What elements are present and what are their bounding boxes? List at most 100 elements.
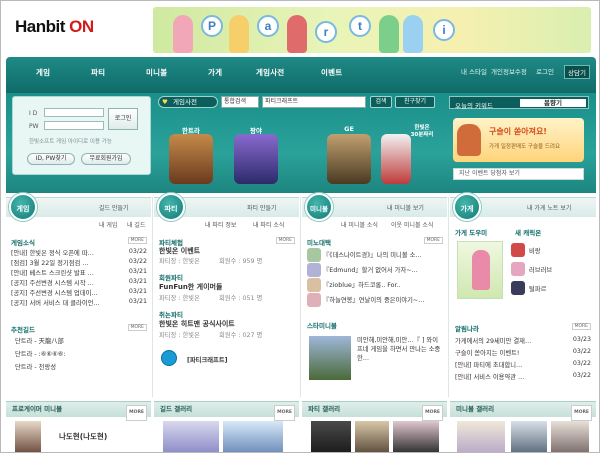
recommended-guilds: 추천길드 MORE 단트라 - 天龍八部 단트라 - :⑥⑥⑥⑥: 단트라 - … [11,324,147,371]
search-type-select[interactable]: 통합검색 [221,96,259,108]
minibol-news-item[interactable]: 『하늘연봉』연날이의 중은이야기~… [323,295,443,304]
nav-game[interactable]: 게임 [36,67,50,78]
minibol-news-item[interactable]: 『《데스나이트경》』나의 미니볼 소… [323,250,443,259]
notice-item[interactable]: 구슬이 쏟아지는 이벤트! [455,348,563,357]
gallery-thumb[interactable] [355,421,389,452]
party-name[interactable]: FunFun한 게이머들 [159,282,222,292]
gallery-thumb[interactable] [511,421,547,452]
gallery-thumb[interactable] [551,421,589,452]
shop-note-link[interactable]: 내 가게 노트 보기 [527,203,571,212]
my-guild-link[interactable]: 내 길드 [127,220,145,229]
heart-icon: ♥ [162,98,168,106]
new-item[interactable]: 비랑 [529,246,541,255]
progamer-name[interactable]: 나도현(나도현) [59,431,107,442]
neighbor-minibol-link[interactable]: 이웃 미니볼 소식 [391,220,433,229]
top-link-support[interactable]: 상담기 [564,65,590,79]
password-input[interactable] [44,121,104,130]
game-card[interactable]: 한빛온 30분짜리 [379,119,439,187]
gallery-thumb[interactable] [311,421,351,452]
my-game-link[interactable]: 내 게임 [99,220,117,229]
join-button[interactable]: 무료회원가입 [81,153,131,165]
gallery-thumb[interactable] [163,421,219,452]
game-art [327,134,371,184]
game-search-input[interactable]: 파티크래프트 [262,96,366,108]
login-notice: 한빛소프트 게임 아이디로 이용 가능 [29,139,112,145]
more-button[interactable]: MORE [571,323,591,330]
shop-section-badge: 가게 [453,193,481,221]
past-winners-link[interactable]: 지난 이벤트 당첨자 보기 [453,168,584,180]
keyword-value[interactable]: 봄향기 [520,99,586,107]
more-button[interactable]: MORE [127,324,147,331]
find-account-button[interactable]: ID, PW찾기 [27,153,75,165]
more-button[interactable]: MORE [422,405,443,421]
game-dictionary-tab[interactable]: ♥ 게임사전 [158,96,218,108]
party-name[interactable]: 한빛온 히트맨 공식사이트 [159,319,235,329]
party-name[interactable]: 한빛온 이벤트 [159,246,200,256]
news-item[interactable]: [안내] 베스트 스크린샷 발표 … [11,268,121,277]
site-logo[interactable]: Hanbit ON [15,17,94,37]
guild-item[interactable]: 단트라 - 天龍八部 [15,336,64,345]
star-minibol-text[interactable]: 미안해,미안해,미안…『 ] 와이프네 게임을 하면서 만나는 소중한… [357,336,443,363]
game-art [381,134,411,184]
more-button[interactable]: MORE [126,405,147,421]
news-item[interactable]: [공지] 서버 서비스 대 클라이언… [11,298,121,307]
party-link[interactable]: [파티크래프트] [187,355,228,364]
minibol-news-item[interactable]: 『Edmund』할거 없어서 가자~… [323,265,443,274]
nav-minibol[interactable]: 미니볼 [146,67,167,78]
search-button[interactable]: 검색 [370,96,392,108]
game-card[interactable]: GE [319,119,379,187]
more-button[interactable]: MORE [275,237,295,244]
top-link-login[interactable]: 로그인 [536,66,554,76]
nav-shop[interactable]: 가게 [208,67,222,78]
party-create-link[interactable]: 파티 만들기 [247,203,277,212]
more-button[interactable]: MORE [423,237,443,244]
nav-party[interactable]: 파티 [91,67,105,78]
my-minibol-link[interactable]: 내 미니볼 보기 [387,203,424,212]
guild-item[interactable]: 단트라 - :⑥⑥⑥⑥: [15,349,65,358]
party-section-badge: 파티 [157,193,185,221]
my-minibol-news-link[interactable]: 내 미니볼 소식 [341,220,378,229]
ad-title: 구슬이 쏟아져요! [489,127,547,136]
notice-item[interactable]: 가게에서의 29세미만 결재… [455,336,563,345]
top-link-style[interactable]: 내 스타일 [461,66,487,76]
star-minibol-photo[interactable] [309,336,351,380]
game-card[interactable]: 팡야 [226,119,286,187]
shop-character[interactable] [457,241,503,299]
game-card[interactable]: 한트라 [161,119,221,187]
parti-banner[interactable]: P a r t i [153,7,591,53]
news-item[interactable]: [공지] 주선변경 시스템 업데이… [11,288,121,297]
nav-event[interactable]: 이벤트 [321,67,342,78]
new-item[interactable]: 러브러브 [529,265,552,274]
minibol-news-item[interactable]: 『zioblue』하드코롱.. For.. [323,280,443,289]
avatar [307,278,321,292]
nav-game-dictionary[interactable]: 게임사전 [256,67,284,78]
login-button[interactable]: 로그인 [108,108,138,130]
banner-character [379,15,399,53]
gallery-thumb[interactable] [457,421,505,452]
gallery-thumb[interactable] [223,421,283,452]
id-input[interactable] [44,108,104,117]
my-party-news-link[interactable]: 내 파티 소식 [253,220,284,229]
keyword-event-ad[interactable]: 구슬이 쏟아져요! 가게 일정판매도 구슬을 드려요 [453,118,584,162]
news-item[interactable]: [점검] 3월 22일 정기점검 … [11,258,121,267]
more-button[interactable]: MORE [127,237,147,244]
notice-item[interactable]: [안내] 서비스 이용약관 … [455,372,563,381]
progamer-photo[interactable] [15,421,41,452]
notice-item[interactable]: [안내] 파티에 초대합니… [455,360,563,369]
progamer-minibol-bar: 프로게이머 미니볼 MORE [6,401,151,421]
friend-find-button[interactable]: 친구찾기 [395,96,435,108]
keyword-panel: 오늘의 키워드 봄향기 구슬이 쏟아져요! 가게 일정판매도 구슬을 드려요 지… [449,96,589,188]
guild-item[interactable]: 단트라 - 천랑성 [15,362,56,371]
top-link-account[interactable]: 개인정보수정 [491,66,527,76]
guild-create-link[interactable]: 길드 만들기 [99,203,129,212]
gallery-thumb[interactable] [393,421,439,452]
news-date: 03/21 [128,278,147,285]
my-party-info-link[interactable]: 내 파티 정보 [205,220,236,229]
more-button[interactable]: MORE [274,405,295,421]
more-button[interactable]: MORE [571,405,592,421]
notice-title: 알림나라 [455,325,479,333]
new-item[interactable]: 털파르 [529,284,546,293]
news-item[interactable]: [안내] 한빛온 정식 오픈에 따… [11,248,121,257]
news-item[interactable]: [공지] 주선변경 시스템 시작 … [11,278,121,287]
notice-date: 03/22 [572,372,591,379]
